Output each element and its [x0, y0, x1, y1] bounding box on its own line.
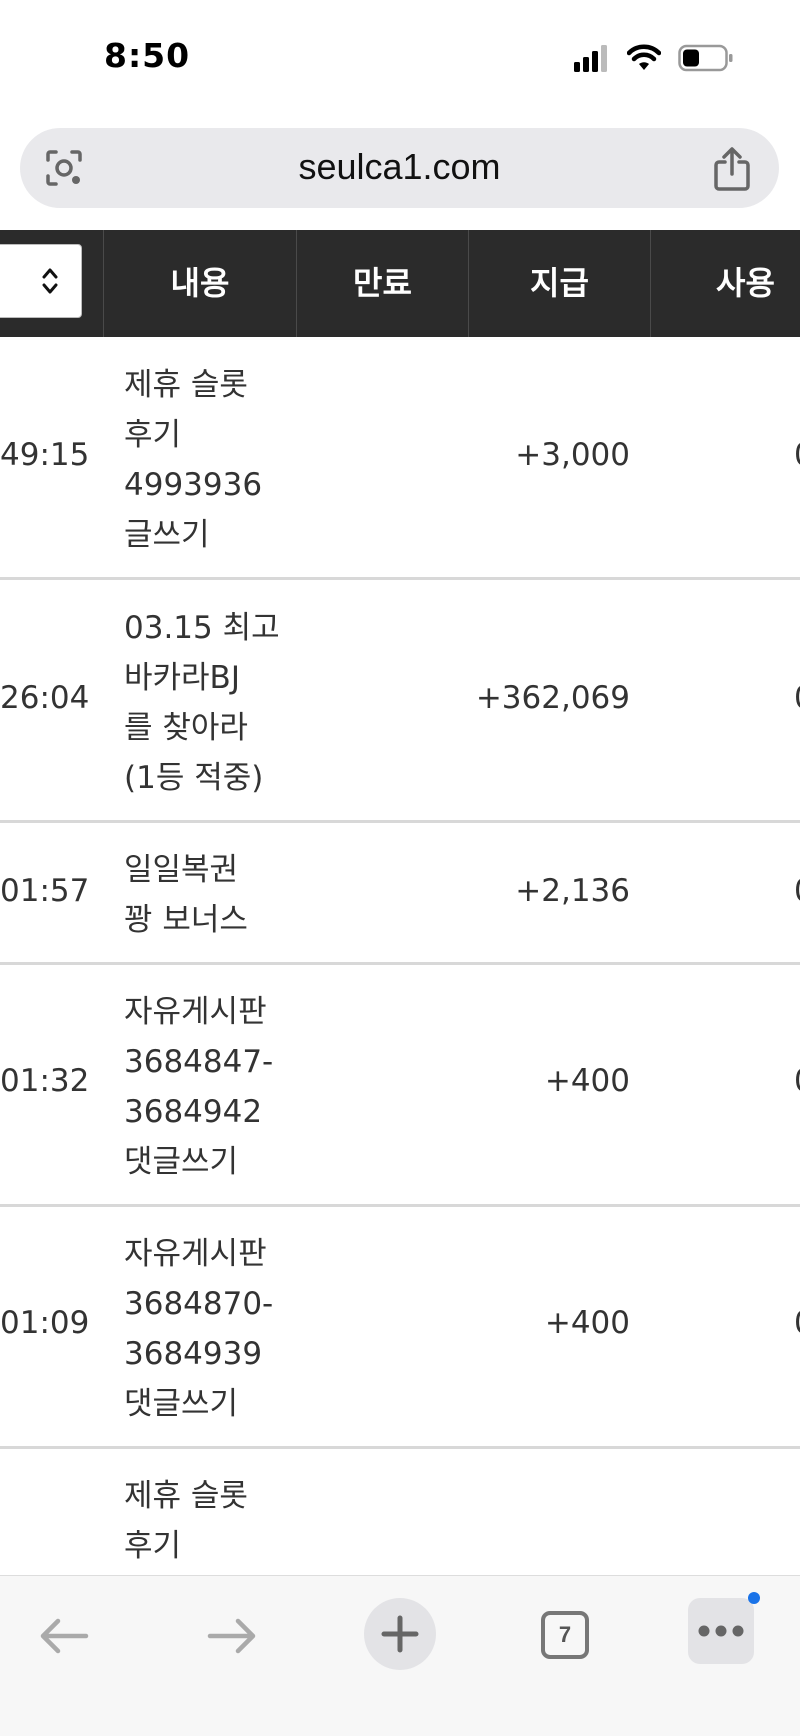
use-cell: 0: [794, 437, 800, 473]
pay-cell: +2,136: [515, 873, 630, 909]
content-line: 를 찾아라: [124, 710, 248, 746]
content-line: 제휴 슬롯: [124, 1478, 248, 1514]
status-time: 8:50: [104, 36, 191, 75]
forward-icon[interactable]: [206, 1616, 258, 1656]
content-line: (1등 적중): [124, 760, 264, 796]
notification-dot: [748, 1592, 760, 1604]
content-cell: 자유게시판 3684847- 3684942 댓글쓰기: [124, 987, 294, 1187]
content-cell: 제휴 슬롯 후기: [124, 1471, 294, 1571]
content-line: 바카라BJ: [124, 660, 240, 696]
content-line: 자유게시판: [124, 1236, 267, 1272]
points-table: 내용 만료 지급 사용 49:15 제휴 슬롯 후기 4993936 글쓰기 +…: [0, 230, 800, 1575]
pay-cell: +362,069: [475, 680, 630, 716]
content-line: 일일복권: [124, 852, 239, 888]
header-use[interactable]: 사용: [650, 230, 800, 337]
table-row: 49:15 제휴 슬롯 후기 4993936 글쓰기 +3,000 0: [0, 337, 800, 580]
address-bar[interactable]: seulca1.com: [20, 128, 779, 208]
content-line: 4993936: [124, 467, 263, 503]
content-line: 글쓰기: [124, 517, 210, 553]
table-header: 내용 만료 지급 사용: [0, 230, 800, 337]
content-line: 후기: [124, 417, 182, 453]
time-cell: 01:09: [0, 1305, 90, 1341]
content-line: 3684939: [124, 1336, 263, 1372]
plus-icon: [381, 1615, 419, 1653]
content-line: 꽝 보너스: [124, 902, 248, 938]
content-line: 3684870-: [124, 1286, 274, 1322]
use-cell: 0: [794, 680, 800, 716]
battery-icon: [678, 44, 733, 72]
content-line: 제휴 슬롯: [124, 367, 248, 403]
wifi-icon: [627, 44, 661, 70]
more-button[interactable]: [688, 1592, 760, 1664]
content-line: 3684942: [124, 1094, 263, 1130]
content-cell: 제휴 슬롯 후기 4993936 글쓰기: [124, 360, 294, 560]
share-icon[interactable]: [710, 146, 754, 192]
table-row: 26:04 03.15 최고 바카라BJ 를 찾아라 (1등 적중) +362,…: [0, 580, 800, 823]
time-cell: 49:15: [0, 437, 90, 473]
tabs-button[interactable]: 7: [541, 1611, 589, 1659]
time-cell: 01:57: [0, 873, 90, 909]
pay-cell: +400: [544, 1063, 630, 1099]
content-cell: 자유게시판 3684870- 3684939 댓글쓰기: [124, 1229, 294, 1429]
table-row: 제휴 슬롯 후기: [0, 1449, 800, 1575]
content-cell: 일일복권 꽝 보너스: [124, 845, 294, 945]
header-content[interactable]: 내용: [103, 230, 296, 337]
time-cell: 01:32: [0, 1063, 90, 1099]
use-cell: 0: [794, 1063, 800, 1099]
content-line: 댓글쓰기: [124, 1386, 239, 1422]
more-icon: [698, 1625, 744, 1637]
header-pay[interactable]: 지급: [468, 230, 650, 337]
use-cell: 0: [794, 873, 800, 909]
chevron-updown-icon: [42, 268, 58, 294]
content-line: 자유게시판: [124, 994, 267, 1030]
content-line: 03.15 최고: [124, 610, 280, 646]
time-cell: 26:04: [0, 680, 90, 716]
table-row: 01:57 일일복권 꽝 보너스 +2,136 0: [0, 823, 800, 965]
content-line: 후기: [124, 1528, 182, 1564]
sort-select[interactable]: [0, 244, 82, 318]
header-expiry[interactable]: 만료: [296, 230, 468, 337]
back-icon[interactable]: [38, 1616, 90, 1656]
browser-toolbar: 7: [0, 1575, 800, 1736]
url-text[interactable]: seulca1.com: [20, 146, 779, 188]
content-line: 댓글쓰기: [124, 1144, 239, 1180]
content-cell: 03.15 최고 바카라BJ 를 찾아라 (1등 적중): [124, 603, 294, 803]
pay-cell: +400: [544, 1305, 630, 1341]
pay-cell: +3,000: [515, 437, 630, 473]
cellular-signal-icon: [574, 45, 607, 72]
table-row: 01:09 자유게시판 3684870- 3684939 댓글쓰기 +400 0: [0, 1207, 800, 1449]
new-tab-button[interactable]: [364, 1598, 436, 1670]
status-bar: 8:50: [0, 0, 800, 118]
use-cell: 0: [794, 1305, 800, 1341]
content-line: 3684847-: [124, 1044, 274, 1080]
table-row: 01:32 자유게시판 3684847- 3684942 댓글쓰기 +400 0: [0, 965, 800, 1207]
